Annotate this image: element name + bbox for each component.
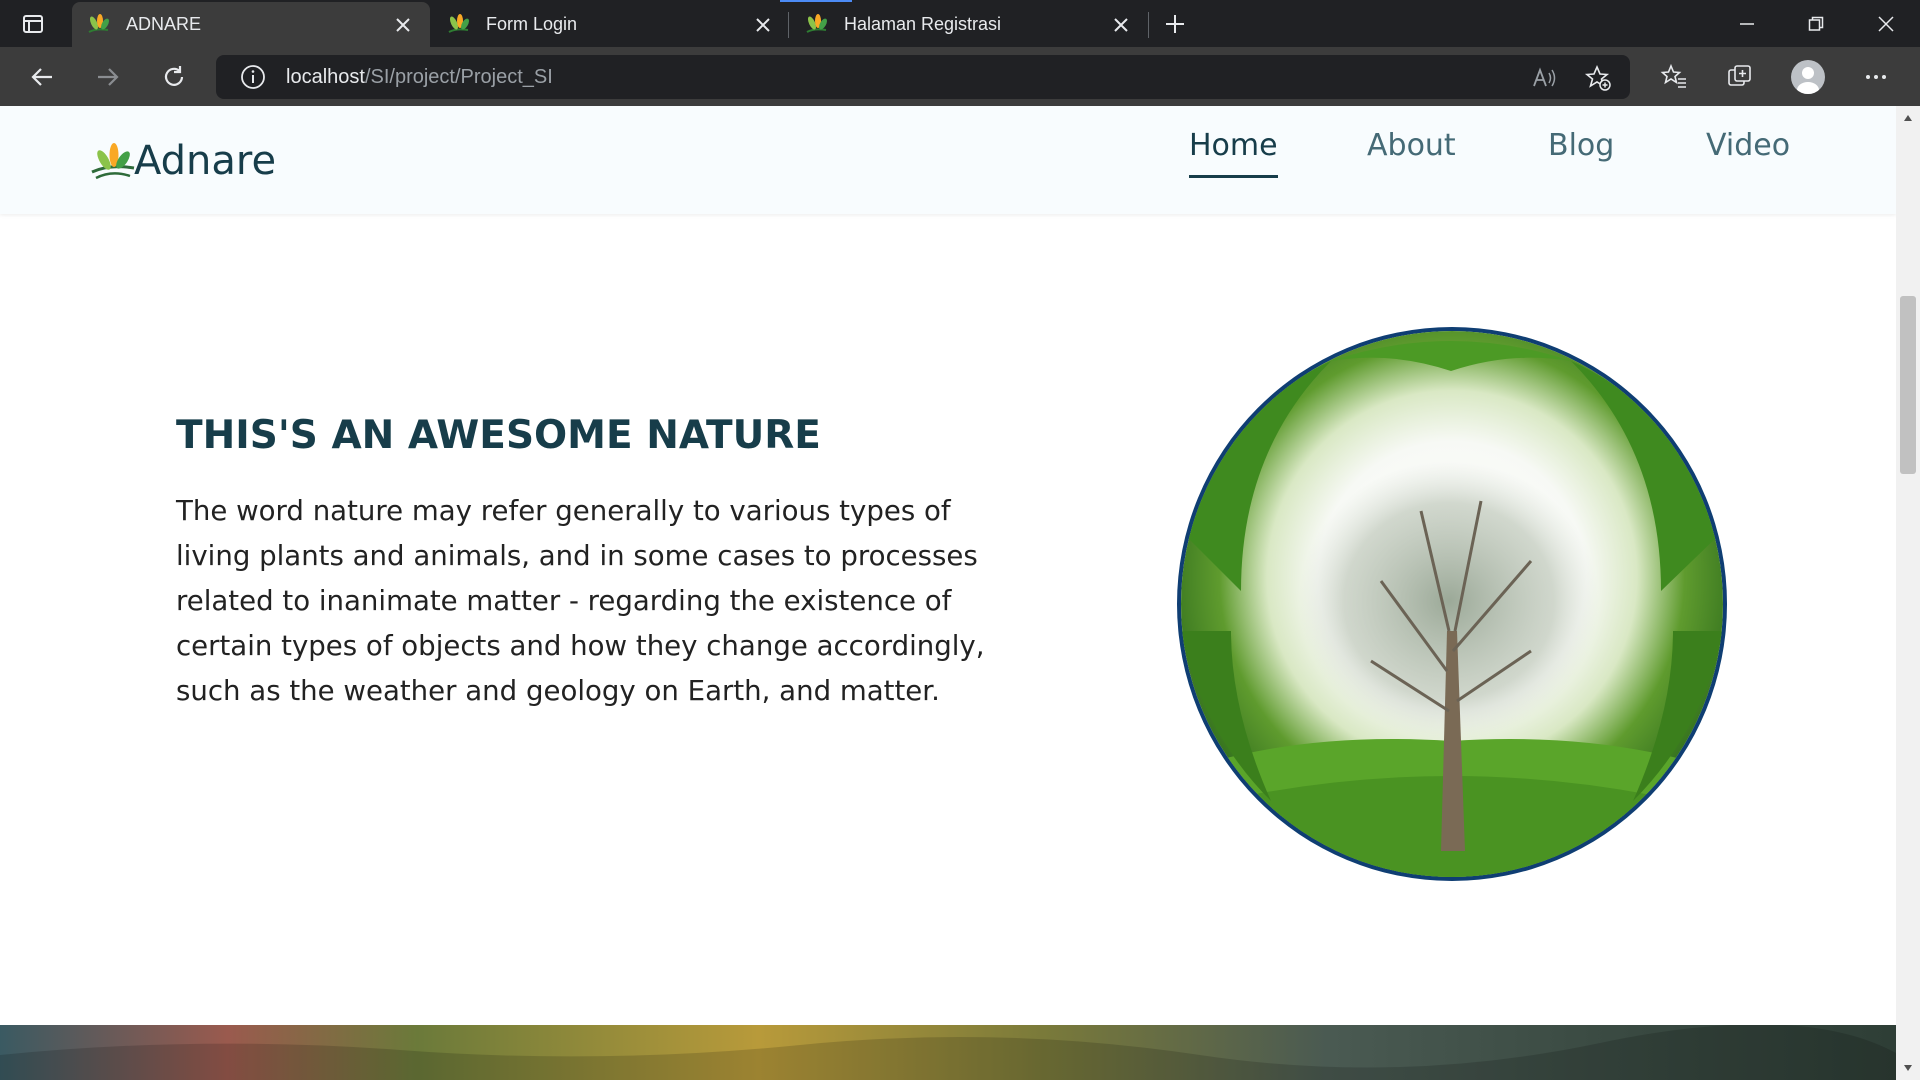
leaf-favicon-icon <box>806 13 827 33</box>
tab-title: Form Login <box>486 14 578 34</box>
brand-name: Adnare <box>134 138 277 184</box>
nature-circle-image <box>1177 327 1727 881</box>
profile-avatar[interactable] <box>1791 60 1825 94</box>
add-favorite-icon[interactable] <box>1582 62 1614 94</box>
back-icon[interactable] <box>22 59 62 95</box>
scroll-up-arrow-icon[interactable] <box>1896 106 1920 130</box>
refresh-icon[interactable] <box>154 59 194 95</box>
address-bar[interactable]: localhost/SI/project/Project_SI <box>216 55 1630 99</box>
info-icon[interactable] <box>238 62 268 92</box>
leaf-favicon-icon <box>88 13 109 33</box>
minimize-icon[interactable] <box>1713 0 1781 47</box>
browser-tab-bar: ADNARE Form Login Halaman Registrasi <box>0 0 1920 47</box>
window-close-icon[interactable] <box>1852 0 1920 47</box>
tab-adnare[interactable]: ADNARE <box>72 2 430 47</box>
collections-icon[interactable] <box>1722 60 1758 94</box>
favorites-icon[interactable] <box>1656 60 1692 94</box>
nav-about[interactable]: About <box>1367 128 1456 175</box>
close-icon[interactable] <box>390 12 416 38</box>
more-menu-icon[interactable] <box>1858 60 1894 94</box>
scroll-down-arrow-icon[interactable] <box>1896 1056 1920 1080</box>
tab-title: ADNARE <box>126 14 202 34</box>
url-path: /SI/project/Project_SI <box>364 65 553 88</box>
new-tab-icon[interactable] <box>1160 9 1190 39</box>
tab-halaman-registrasi[interactable]: Halaman Registrasi <box>790 2 1148 47</box>
close-icon[interactable] <box>750 12 776 38</box>
landscape-banner-image <box>0 1025 1896 1080</box>
leaf-favicon-icon <box>448 13 469 33</box>
brand-logo[interactable]: Adnare <box>90 138 276 184</box>
tab-form-login[interactable]: Form Login <box>432 2 790 47</box>
forward-icon[interactable] <box>88 59 128 95</box>
nav-blog[interactable]: Blog <box>1548 128 1614 175</box>
hero-description: The word nature may refer generally to v… <box>176 494 985 707</box>
nav-home[interactable]: Home <box>1189 128 1278 178</box>
url-host: localhost <box>286 65 365 88</box>
read-aloud-icon[interactable] <box>1528 62 1560 94</box>
tab-separator <box>1148 12 1149 38</box>
scrollbar-thumb[interactable] <box>1900 296 1916 474</box>
close-icon[interactable] <box>1108 12 1134 38</box>
tab-separator <box>788 12 789 38</box>
nav-video[interactable]: Video <box>1706 128 1790 175</box>
browser-toolbar: localhost/SI/project/Project_SI <box>0 47 1920 106</box>
page-scrollbar[interactable] <box>1896 106 1920 1080</box>
page-viewport: Adnare Home About Blog Video THIS'S AN A… <box>0 106 1896 1080</box>
url-text[interactable]: localhost/SI/project/Project_SI <box>286 66 553 89</box>
tab-title: Halaman Registrasi <box>844 14 1002 34</box>
site-navbar: Adnare Home About Blog Video <box>0 106 1896 214</box>
leaf-logo-icon <box>91 143 135 180</box>
tab-strip-icon[interactable] <box>18 11 48 37</box>
hero-title: THIS'S AN AWESOME NATURE <box>176 413 821 458</box>
restore-icon[interactable] <box>1782 0 1850 47</box>
